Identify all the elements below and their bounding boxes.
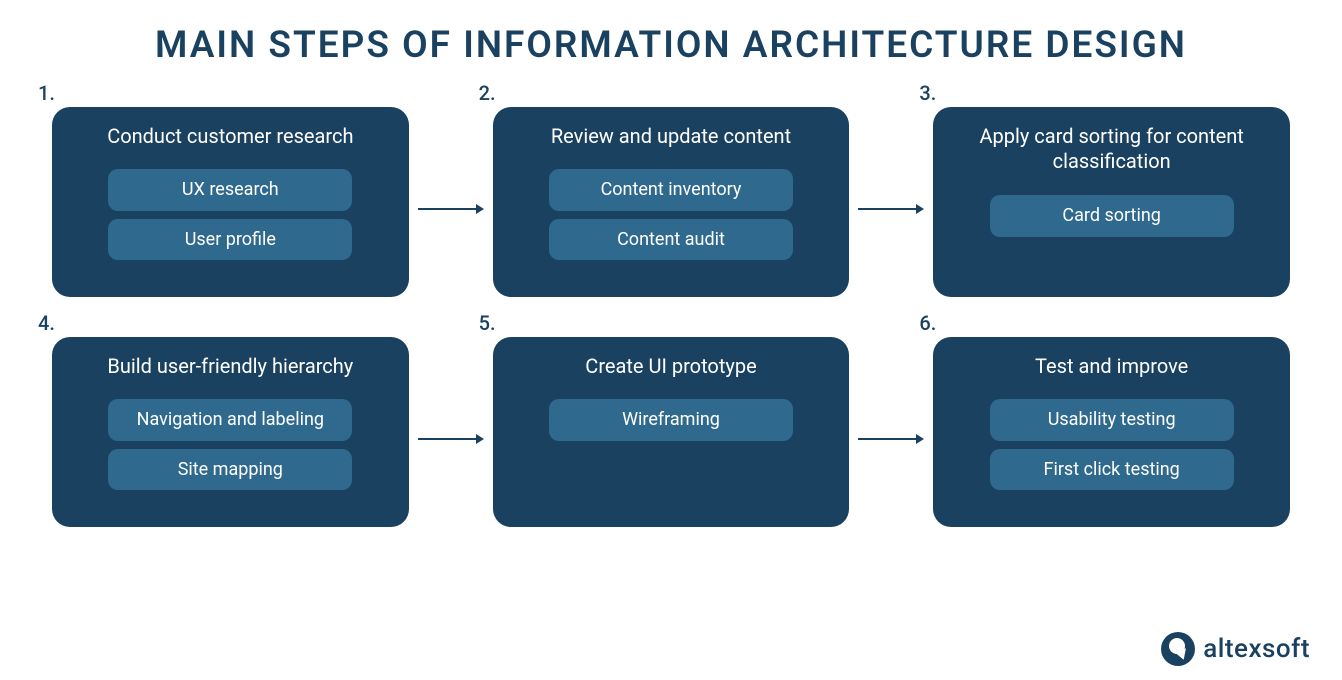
- step-number: 5.: [479, 311, 496, 335]
- step-title: Create UI prototype: [585, 353, 756, 379]
- step-sub: User profile: [108, 219, 352, 261]
- step-card: Test and improve Usability testing First…: [933, 337, 1290, 527]
- step-number: 3.: [919, 81, 936, 105]
- step-card: Conduct customer research UX research Us…: [52, 107, 409, 297]
- step-2: 2. Review and update content Content inv…: [493, 107, 850, 297]
- step-number: 2.: [479, 81, 496, 105]
- steps-grid: 1. Conduct customer research UX research…: [0, 77, 1342, 527]
- step-number: 6.: [919, 311, 936, 335]
- step-card: Build user-friendly hierarchy Navigation…: [52, 337, 409, 527]
- step-sub: Card sorting: [990, 195, 1234, 237]
- step-5: 5. Create UI prototype Wireframing: [493, 337, 850, 527]
- step-card: Review and update content Content invent…: [493, 107, 850, 297]
- step-title: Conduct customer research: [107, 123, 353, 149]
- brand-logo-text: altexsoft: [1203, 634, 1310, 664]
- step-number: 1.: [38, 81, 55, 105]
- step-4: 4. Build user-friendly hierarchy Navigat…: [52, 337, 409, 527]
- arrow-right-icon: [418, 202, 484, 204]
- step-sub: Content inventory: [549, 169, 793, 211]
- step-title: Review and update content: [551, 123, 791, 149]
- arrow-right-icon: [418, 432, 484, 434]
- step-6: 6. Test and improve Usability testing Fi…: [933, 337, 1290, 527]
- brand-logo: altexsoft: [1161, 632, 1310, 666]
- brand-logo-icon: [1161, 632, 1195, 666]
- step-card: Create UI prototype Wireframing: [493, 337, 850, 527]
- step-sub: Navigation and labeling: [108, 399, 352, 441]
- step-title: Test and improve: [1035, 353, 1188, 379]
- step-title: Build user-friendly hierarchy: [107, 353, 353, 379]
- arrow-right-icon: [858, 432, 924, 434]
- step-sub: First click testing: [990, 449, 1234, 491]
- step-sub: Wireframing: [549, 399, 793, 441]
- arrow-right-icon: [858, 202, 924, 204]
- step-title: Apply card sorting for content classific…: [955, 123, 1268, 175]
- step-number: 4.: [38, 311, 55, 335]
- step-sub: UX research: [108, 169, 352, 211]
- step-sub: Site mapping: [108, 449, 352, 491]
- step-card: Apply card sorting for content classific…: [933, 107, 1290, 297]
- page-title: MAIN STEPS OF INFORMATION ARCHITECTURE D…: [0, 0, 1342, 77]
- step-3: 3. Apply card sorting for content classi…: [933, 107, 1290, 297]
- step-sub: Content audit: [549, 219, 793, 261]
- step-sub: Usability testing: [990, 399, 1234, 441]
- step-1: 1. Conduct customer research UX research…: [52, 107, 409, 297]
